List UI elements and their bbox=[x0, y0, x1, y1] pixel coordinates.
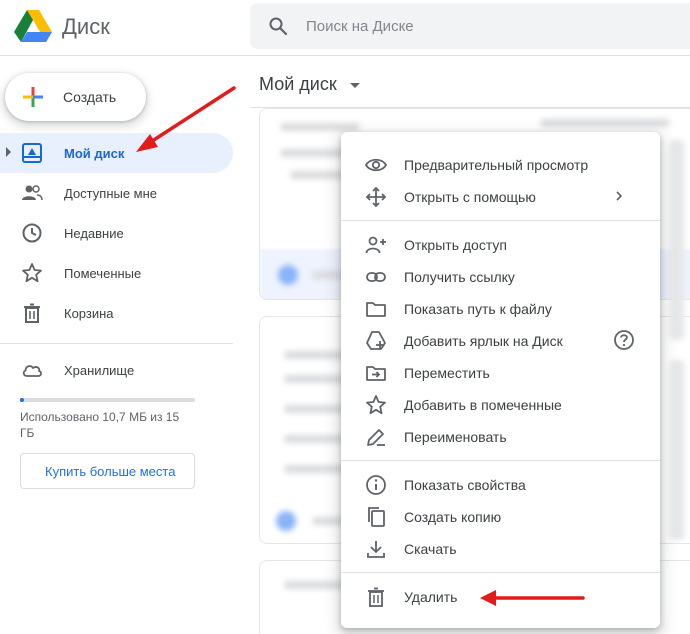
menu-item-label: Переместить bbox=[404, 365, 490, 381]
create-button[interactable]: Создать bbox=[5, 73, 146, 121]
menu-item-get-link[interactable]: Получить ссылку bbox=[341, 260, 660, 292]
pencil-icon bbox=[367, 429, 385, 446]
sidebar-divider bbox=[0, 343, 233, 344]
cloud-icon bbox=[22, 365, 42, 377]
menu-item-label: Создать копию bbox=[404, 509, 502, 525]
search-icon[interactable] bbox=[268, 16, 288, 36]
copy-icon bbox=[368, 507, 385, 527]
sidebar-item-storage[interactable]: Хранилище bbox=[0, 350, 233, 390]
menu-item-download[interactable]: Скачать bbox=[341, 532, 660, 564]
blurred-content bbox=[670, 360, 684, 540]
star-icon bbox=[366, 395, 386, 415]
shared-people-icon bbox=[22, 185, 43, 201]
storage-progress-fill bbox=[20, 398, 24, 402]
menu-item-label: Предварительный просмотр bbox=[404, 157, 589, 173]
menu-item-label: Показать путь к файлу bbox=[404, 301, 552, 317]
context-menu: Предварительный просмотр Открыть с помощ… bbox=[341, 132, 660, 628]
search-input[interactable] bbox=[306, 3, 666, 49]
blurred-content bbox=[278, 265, 298, 285]
drive-shortcut-icon bbox=[366, 331, 386, 350]
menu-separator bbox=[341, 572, 660, 573]
sidebar-item-my-drive[interactable]: Мой диск bbox=[0, 133, 233, 173]
download-icon bbox=[367, 541, 385, 558]
page-title[interactable]: Мой диск bbox=[259, 74, 337, 95]
blurred-content bbox=[670, 140, 684, 340]
menu-separator bbox=[341, 220, 660, 221]
info-icon bbox=[366, 475, 386, 495]
sidebar-item-label: Недавние bbox=[64, 226, 124, 241]
menu-item-rename[interactable]: Переименовать bbox=[341, 420, 660, 452]
plus-icon bbox=[23, 87, 43, 107]
sidebar-item-label: Доступные мне bbox=[64, 186, 158, 201]
chevron-down-icon[interactable] bbox=[350, 83, 360, 88]
search-bar[interactable] bbox=[250, 3, 690, 49]
drive-logo-icon[interactable] bbox=[14, 10, 52, 44]
sidebar-item-trash[interactable]: Корзина bbox=[0, 293, 233, 333]
menu-item-share[interactable]: Открыть доступ bbox=[341, 228, 660, 260]
menu-item-make-copy[interactable]: Создать копию bbox=[341, 500, 660, 532]
sidebar-item-starred[interactable]: Помеченные bbox=[0, 253, 233, 293]
expand-arrow-icon[interactable] bbox=[6, 147, 11, 157]
menu-item-show-location[interactable]: Показать путь к файлу bbox=[341, 292, 660, 324]
menu-item-add-starred[interactable]: Добавить в помеченные bbox=[341, 388, 660, 420]
buy-storage-button[interactable]: Купить больше места bbox=[20, 453, 195, 489]
eye-icon bbox=[365, 158, 387, 172]
menu-item-label: Добавить в помеченные bbox=[404, 397, 562, 413]
storage-progress-bar bbox=[20, 398, 195, 402]
blurred-content bbox=[276, 511, 296, 531]
create-button-label: Создать bbox=[63, 89, 117, 105]
sidebar-item-label: Корзина bbox=[64, 306, 114, 321]
trash-icon bbox=[368, 587, 384, 607]
move-to-folder-icon bbox=[366, 366, 386, 381]
sidebar-item-recent[interactable]: Недавние bbox=[0, 213, 233, 253]
person-add-icon bbox=[365, 236, 386, 254]
move-arrows-icon bbox=[365, 186, 387, 208]
menu-item-preview[interactable]: Предварительный просмотр bbox=[341, 148, 660, 180]
menu-item-label: Удалить bbox=[404, 589, 458, 605]
menu-item-label: Открыть доступ bbox=[404, 237, 507, 253]
menu-item-open-with[interactable]: Открыть с помощью bbox=[341, 180, 660, 212]
clock-icon bbox=[22, 223, 42, 243]
menu-item-label: Переименовать bbox=[404, 429, 507, 445]
chevron-right-icon bbox=[616, 191, 623, 201]
star-icon bbox=[22, 263, 42, 283]
sidebar-item-label: Помеченные bbox=[64, 266, 142, 281]
link-icon bbox=[366, 272, 386, 282]
sidebar-item-label: Мой диск bbox=[64, 146, 125, 161]
sidebar-item-shared[interactable]: Доступные мне bbox=[0, 173, 233, 213]
help-icon[interactable] bbox=[613, 329, 635, 351]
sidebar-item-label: Хранилище bbox=[64, 363, 135, 378]
menu-item-label: Открыть с помощью bbox=[404, 189, 536, 205]
menu-item-label: Получить ссылку bbox=[404, 269, 515, 285]
my-drive-icon bbox=[22, 143, 42, 163]
storage-usage-text: Использовано 10,7 МБ из 15 ГБ bbox=[20, 410, 180, 440]
menu-item-add-shortcut[interactable]: Добавить ярлык на Диск bbox=[341, 324, 660, 356]
trash-icon bbox=[24, 303, 40, 323]
blurred-content bbox=[540, 119, 670, 127]
menu-item-delete[interactable]: Удалить bbox=[341, 580, 660, 612]
menu-separator bbox=[341, 460, 660, 461]
blurred-content bbox=[280, 123, 360, 131]
menu-item-label: Скачать bbox=[404, 541, 457, 557]
top-bar: Диск bbox=[0, 0, 690, 56]
menu-item-label: Показать свойства bbox=[404, 477, 526, 493]
app-title: Диск bbox=[62, 14, 110, 39]
folder-icon bbox=[366, 302, 386, 317]
menu-item-details[interactable]: Показать свойства bbox=[341, 468, 660, 500]
menu-item-label: Добавить ярлык на Диск bbox=[404, 333, 563, 349]
menu-item-move[interactable]: Переместить bbox=[341, 356, 660, 388]
